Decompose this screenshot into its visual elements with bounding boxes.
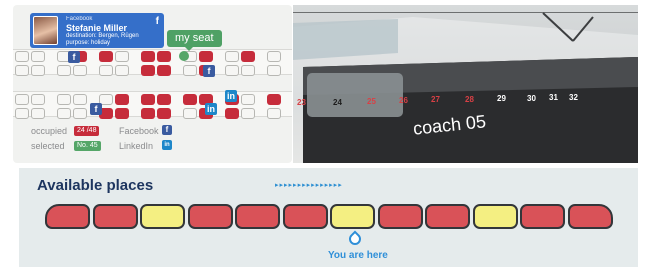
linkedin-icon: in	[205, 103, 217, 115]
platform-canopy	[293, 19, 398, 60]
legend-occupied-badge: 24 /48	[74, 126, 100, 136]
seat-occupied[interactable]	[157, 94, 171, 105]
seat-occupied[interactable]	[141, 65, 155, 76]
legend-facebook-label: Facebook	[119, 126, 159, 136]
direction-arrows-icon: ▸▸▸▸▸▸▸▸▸▸▸▸▸▸▸	[275, 182, 343, 189]
train-wagon-red[interactable]	[45, 204, 90, 229]
avatar	[33, 16, 58, 45]
seat-free[interactable]	[241, 94, 255, 105]
seat-free[interactable]	[15, 94, 29, 105]
seat-free[interactable]	[115, 51, 129, 62]
seat-map: f f f in in	[13, 45, 292, 123]
coach-seat-number: 26	[399, 96, 408, 105]
seat-free[interactable]	[31, 108, 45, 119]
seat-occupied[interactable]	[241, 51, 255, 62]
legend-selected-label: selected	[31, 141, 65, 151]
seat-free[interactable]	[241, 65, 255, 76]
facebook-icon: f	[155, 16, 159, 27]
seat-free[interactable]	[31, 65, 45, 76]
coach-seat-number: 23	[297, 98, 306, 107]
seat-free[interactable]	[57, 65, 71, 76]
profile-network-label: Facebook	[66, 16, 93, 22]
seat-free[interactable]	[73, 108, 87, 119]
seat-occupied[interactable]	[141, 108, 155, 119]
linkedin-icon: in	[225, 90, 237, 102]
train-wagon-red[interactable]	[377, 204, 423, 229]
legend-occupied-label: occupied	[31, 126, 68, 136]
available-places-title: Available places	[37, 177, 154, 194]
seat-occupied[interactable]	[157, 65, 171, 76]
seat-occupied[interactable]	[141, 94, 155, 105]
screenshot-root: f f f in in my seat occupied 24 /48 selected…	[0, 0, 651, 267]
profile-name: Stefanie Miller	[66, 23, 128, 33]
linkedin-icon: in	[162, 140, 172, 150]
legend-selected-badge: No. 45	[74, 141, 101, 151]
seat-free[interactable]	[15, 108, 29, 119]
seat-occupied[interactable]	[115, 108, 129, 119]
facebook-icon: f	[203, 65, 215, 77]
my-seat-tag: my seat	[167, 30, 222, 51]
seat-occupied[interactable]	[225, 108, 239, 119]
profile-destination: destination: Bergen, Rügen	[66, 33, 139, 39]
train-wagon-red[interactable]	[567, 204, 613, 229]
seat-free[interactable]	[31, 94, 45, 105]
seat-free[interactable]	[57, 94, 71, 105]
train-wagon-red[interactable]	[425, 204, 470, 229]
coach-illustration	[293, 12, 638, 163]
seat-free[interactable]	[225, 51, 239, 62]
seat-occupied[interactable]	[157, 108, 171, 119]
seat-occupied[interactable]	[267, 94, 281, 105]
seat-occupied[interactable]	[115, 94, 129, 105]
seat-free[interactable]	[31, 51, 45, 62]
profile-purpose: purpose: holiday	[66, 40, 111, 46]
seat-free[interactable]	[115, 65, 129, 76]
facebook-icon: f	[68, 51, 80, 63]
coach-seat-number: 28	[465, 95, 474, 104]
train-wagon-red[interactable]	[92, 204, 138, 229]
seat-free[interactable]	[15, 51, 29, 62]
coach-view-panel: 23 24 25 26 27 28 29 30 31 32 coach 05	[293, 5, 638, 163]
coach-seat-number: 30	[527, 94, 536, 103]
you-are-here-label: You are here	[328, 250, 388, 261]
train-wagon-red[interactable]	[520, 204, 565, 229]
available-places-strip: Available places ▸▸▸▸▸▸▸▸▸▸▸▸▸▸▸ You are…	[19, 168, 638, 267]
coach-seat-number: 29	[497, 94, 506, 103]
train-wagon-red[interactable]	[235, 204, 280, 229]
coach-seat-number: 32	[569, 93, 578, 102]
coach-seat-number: 25	[367, 97, 376, 106]
seat-free[interactable]	[183, 108, 197, 119]
facebook-icon: f	[162, 125, 172, 135]
train-wagon-red[interactable]	[282, 204, 328, 229]
legend-linkedin-label: LinkedIn	[119, 141, 154, 151]
seat-free[interactable]	[57, 108, 71, 119]
coach-seat-number: 27	[431, 95, 440, 104]
location-pin-icon	[346, 230, 364, 248]
seat-selected[interactable]	[179, 51, 189, 61]
seat-occupied[interactable]	[199, 51, 213, 62]
passenger-profile-card[interactable]: Facebook Stefanie Miller destination: Be…	[30, 13, 164, 48]
seat-occupied[interactable]	[99, 51, 113, 62]
seat-free[interactable]	[183, 65, 197, 76]
seat-free[interactable]	[267, 65, 281, 76]
train-wagon-yellow[interactable]	[472, 204, 518, 229]
seat-free[interactable]	[73, 65, 87, 76]
seat-free[interactable]	[225, 65, 239, 76]
seat-free[interactable]	[99, 65, 113, 76]
seat-occupied[interactable]	[157, 51, 171, 62]
train-wagon-red[interactable]	[187, 204, 233, 229]
seat-occupied[interactable]	[183, 94, 197, 105]
train-wagon-yellow[interactable]	[330, 204, 375, 229]
seat-free[interactable]	[267, 51, 281, 62]
seat-map-panel: f f f in in my seat occupied 24 /48 selected…	[13, 5, 292, 163]
seat-free[interactable]	[73, 94, 87, 105]
coach-seat-number: 24	[333, 98, 342, 107]
coach-door-window	[307, 73, 403, 117]
facebook-icon: f	[90, 103, 102, 115]
seat-occupied[interactable]	[141, 51, 155, 62]
coach-seat-number: 31	[549, 93, 558, 102]
seat-free[interactable]	[241, 108, 255, 119]
train-wagon-yellow[interactable]	[140, 204, 185, 229]
seat-free[interactable]	[15, 65, 29, 76]
seat-free[interactable]	[267, 108, 281, 119]
